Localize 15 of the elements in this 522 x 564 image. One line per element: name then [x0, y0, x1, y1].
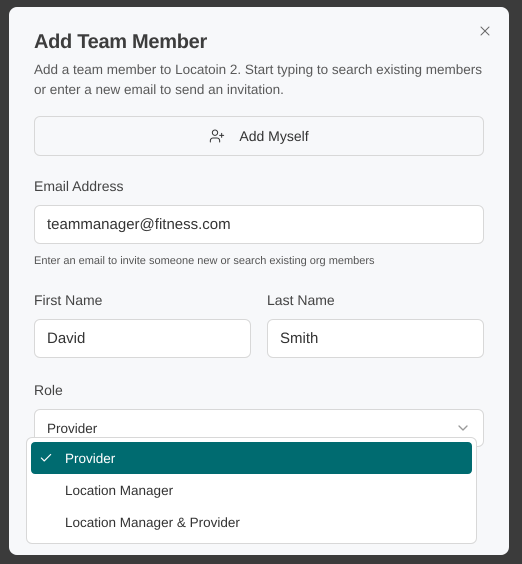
last-name-field[interactable]: Smith — [267, 319, 484, 358]
field-label: Email Address — [34, 178, 124, 194]
user-plus-icon — [209, 128, 226, 144]
dialog-title: Add Team Member — [34, 31, 208, 54]
role-option[interactable]: Provider — [31, 442, 472, 474]
first-name-field[interactable]: David — [34, 319, 251, 358]
field-label: First Name — [34, 292, 104, 308]
email-field[interactable]: teammanager@fitness.com — [34, 205, 484, 244]
field-label: Last Name — [267, 292, 336, 308]
add-myself-button[interactable]: Add Myself — [34, 116, 484, 156]
field-label: Role — [34, 382, 64, 398]
role-option[interactable]: Location Manager — [31, 474, 472, 506]
role-option[interactable]: Location Manager & Provider — [31, 506, 472, 538]
field-hint: Enter an email to invite someone new or search existing org members — [34, 255, 376, 267]
dialog-description: Add a team member to Locatoin 2. Start typing to search existing members or enter a new email to send an invitation. — [34, 61, 483, 99]
